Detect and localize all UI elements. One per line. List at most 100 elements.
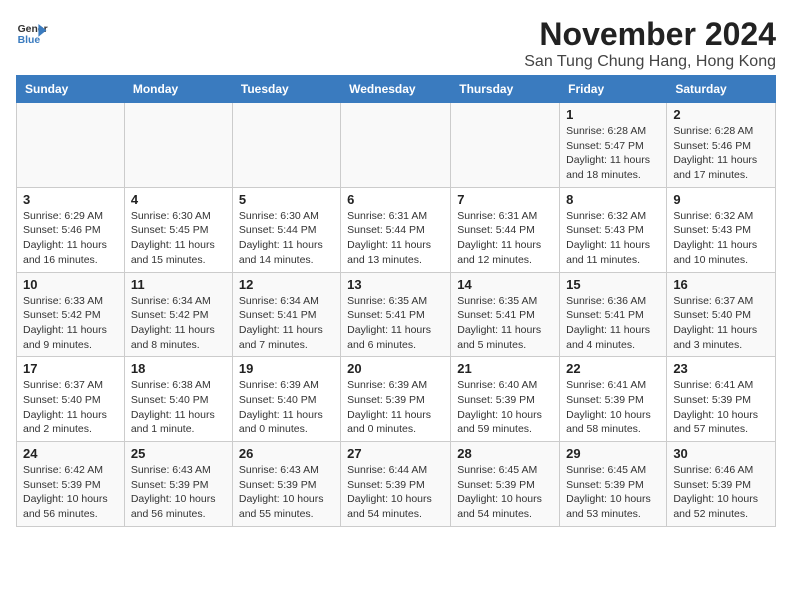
- sunset-text: Sunset: 5:45 PM: [131, 224, 209, 236]
- sunset-text: Sunset: 5:39 PM: [347, 394, 425, 406]
- day-info: Sunrise: 6:30 AMSunset: 5:44 PMDaylight:…: [239, 209, 334, 268]
- sunset-text: Sunset: 5:44 PM: [457, 224, 535, 236]
- table-row: 2 Sunrise: 6:28 AMSunset: 5:46 PMDaylight…: [667, 103, 776, 188]
- table-row: 1 Sunrise: 6:28 AM Sunset: 5:47 PM Daylight…: [560, 103, 667, 188]
- daylight-text: Daylight: 11 hours and 18 minutes.: [566, 154, 650, 181]
- sunset-text: Sunset: 5:40 PM: [131, 394, 209, 406]
- day-info: Sunrise: 6:45 AMSunset: 5:39 PMDaylight:…: [566, 463, 660, 522]
- table-row: [341, 103, 451, 188]
- sunset-text: Sunset: 5:47 PM: [566, 140, 644, 152]
- day-number: 28: [457, 446, 553, 461]
- day-info: Sunrise: 6:43 AMSunset: 5:39 PMDaylight:…: [239, 463, 334, 522]
- day-info: Sunrise: 6:35 AMSunset: 5:41 PMDaylight:…: [457, 294, 553, 353]
- daylight-text: Daylight: 11 hours and 8 minutes.: [131, 324, 215, 351]
- daylight-text: Daylight: 10 hours and 59 minutes.: [457, 409, 542, 436]
- day-number: 11: [131, 277, 226, 292]
- table-row: 24Sunrise: 6:42 AMSunset: 5:39 PMDayligh…: [17, 442, 125, 527]
- sunset-text: Sunset: 5:44 PM: [239, 224, 317, 236]
- table-row: 22Sunrise: 6:41 AMSunset: 5:39 PMDayligh…: [560, 357, 667, 442]
- day-number: 8: [566, 192, 660, 207]
- daylight-text: Daylight: 11 hours and 4 minutes.: [566, 324, 650, 351]
- table-row: 21Sunrise: 6:40 AMSunset: 5:39 PMDayligh…: [451, 357, 560, 442]
- daylight-text: Daylight: 11 hours and 6 minutes.: [347, 324, 431, 351]
- day-number: 19: [239, 361, 334, 376]
- sunset-text: Sunset: 5:40 PM: [673, 309, 751, 321]
- daylight-text: Daylight: 11 hours and 2 minutes.: [23, 409, 107, 436]
- sunset-text: Sunset: 5:41 PM: [457, 309, 535, 321]
- daylight-text: Daylight: 10 hours and 56 minutes.: [131, 493, 216, 520]
- day-info: Sunrise: 6:28 AM Sunset: 5:47 PM Daylight:…: [566, 124, 660, 183]
- day-number: 4: [131, 192, 226, 207]
- sunrise-text: Sunrise: 6:30 AM: [131, 210, 211, 222]
- day-number: 20: [347, 361, 444, 376]
- sunrise-text: Sunrise: 6:37 AM: [673, 295, 753, 307]
- sunset-text: Sunset: 5:46 PM: [673, 140, 751, 152]
- day-number: 21: [457, 361, 553, 376]
- col-saturday: Saturday: [667, 76, 776, 103]
- calendar: Sunday Monday Tuesday Wednesday Thursday…: [16, 75, 776, 527]
- day-info: Sunrise: 6:31 AMSunset: 5:44 PMDaylight:…: [457, 209, 553, 268]
- daylight-text: Daylight: 10 hours and 53 minutes.: [566, 493, 651, 520]
- month-title: November 2024: [524, 16, 776, 53]
- sunset-text: Sunset: 5:39 PM: [347, 479, 425, 491]
- day-number: 24: [23, 446, 118, 461]
- table-row: 20Sunrise: 6:39 AMSunset: 5:39 PMDayligh…: [341, 357, 451, 442]
- day-number: 22: [566, 361, 660, 376]
- table-row: 16Sunrise: 6:37 AMSunset: 5:40 PMDayligh…: [667, 272, 776, 357]
- table-row: 13 Sunrise: 6:35 AMSunset: 5:41 PMDayligh…: [341, 272, 451, 357]
- col-thursday: Thursday: [451, 76, 560, 103]
- daylight-text: Daylight: 11 hours and 9 minutes.: [23, 324, 107, 351]
- calendar-week-row: 17Sunrise: 6:37 AMSunset: 5:40 PMDayligh…: [17, 357, 776, 442]
- daylight-text: Daylight: 10 hours and 52 minutes.: [673, 493, 758, 520]
- sunset-text: Sunset: 5:43 PM: [673, 224, 751, 236]
- daylight-text: Daylight: 11 hours and 1 minute.: [131, 409, 215, 436]
- day-number: 29: [566, 446, 660, 461]
- day-number: 27: [347, 446, 444, 461]
- table-row: 29 Sunrise: 6:45 AMSunset: 5:39 PMDayligh…: [560, 442, 667, 527]
- table-row: 5Sunrise: 6:30 AMSunset: 5:44 PMDaylight…: [232, 187, 340, 272]
- sunrise-text: Sunrise: 6:32 AM: [673, 210, 753, 222]
- table-row: 23Sunrise: 6:41 AMSunset: 5:39 PMDayligh…: [667, 357, 776, 442]
- title-area: November 2024 San Tung Chung Hang, Hong …: [524, 16, 776, 71]
- logo: General Blue: [16, 16, 48, 48]
- sunset-text: Sunset: 5:41 PM: [239, 309, 317, 321]
- day-number: 1: [566, 107, 660, 122]
- sunrise-text: Sunrise: 6:31 AM: [457, 210, 537, 222]
- sunset-text: Sunset: 5:39 PM: [673, 479, 751, 491]
- sunset-text: Sunset: 5:39 PM: [673, 394, 751, 406]
- sunset-text: Sunset: 5:41 PM: [347, 309, 425, 321]
- table-row: 4Sunrise: 6:30 AMSunset: 5:45 PMDaylight…: [124, 187, 232, 272]
- table-row: 8 Sunrise: 6:32 AMSunset: 5:43 PMDaylight…: [560, 187, 667, 272]
- daylight-text: Daylight: 10 hours and 55 minutes.: [239, 493, 324, 520]
- day-info: Sunrise: 6:32 AMSunset: 5:43 PMDaylight:…: [566, 209, 660, 268]
- day-number: 15: [566, 277, 660, 292]
- day-number: 26: [239, 446, 334, 461]
- day-number: 18: [131, 361, 226, 376]
- sunrise-text: Sunrise: 6:37 AM: [23, 379, 103, 391]
- day-number: 13: [347, 277, 444, 292]
- table-row: [451, 103, 560, 188]
- daylight-text: Daylight: 11 hours and 0 minutes.: [239, 409, 323, 436]
- day-number: 6: [347, 192, 444, 207]
- sunrise-text: Sunrise: 6:28 AM: [566, 125, 646, 137]
- table-row: 19Sunrise: 6:39 AMSunset: 5:40 PMDayligh…: [232, 357, 340, 442]
- daylight-text: Daylight: 11 hours and 10 minutes.: [673, 239, 757, 266]
- daylight-text: Daylight: 11 hours and 17 minutes.: [673, 154, 757, 181]
- sunset-text: Sunset: 5:39 PM: [457, 479, 535, 491]
- day-number: 3: [23, 192, 118, 207]
- day-info: Sunrise: 6:28 AMSunset: 5:46 PMDaylight:…: [673, 124, 769, 183]
- sunset-text: Sunset: 5:39 PM: [566, 479, 644, 491]
- day-info: Sunrise: 6:45 AMSunset: 5:39 PMDaylight:…: [457, 463, 553, 522]
- daylight-text: Daylight: 11 hours and 11 minutes.: [566, 239, 650, 266]
- daylight-text: Daylight: 11 hours and 7 minutes.: [239, 324, 323, 351]
- table-row: 12Sunrise: 6:34 AMSunset: 5:41 PMDayligh…: [232, 272, 340, 357]
- day-info: Sunrise: 6:37 AMSunset: 5:40 PMDaylight:…: [673, 294, 769, 353]
- day-number: 2: [673, 107, 769, 122]
- sunset-text: Sunset: 5:39 PM: [131, 479, 209, 491]
- day-info: Sunrise: 6:35 AMSunset: 5:41 PMDaylight:…: [347, 294, 444, 353]
- col-friday: Friday: [560, 76, 667, 103]
- day-info: Sunrise: 6:29 AMSunset: 5:46 PMDaylight:…: [23, 209, 118, 268]
- day-number: 25: [131, 446, 226, 461]
- sunrise-text: Sunrise: 6:46 AM: [673, 464, 753, 476]
- daylight-text: Daylight: 11 hours and 16 minutes.: [23, 239, 107, 266]
